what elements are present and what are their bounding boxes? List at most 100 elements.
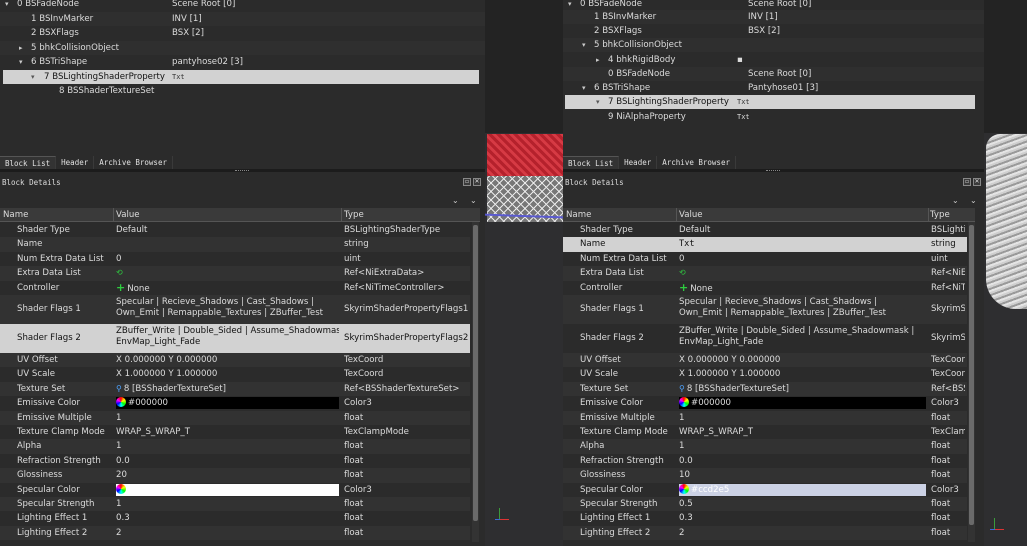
scrollbar-thumb[interactable] (473, 225, 478, 521)
table-row[interactable]: Texture Clamp Mode WRAP_S_WRAP_T TexClam (563, 425, 967, 439)
table-row[interactable]: Refraction Strength 0.0 float (563, 454, 967, 468)
header-name[interactable]: Name (3, 208, 28, 222)
table-row[interactable]: Specular Strength 0.5 float (563, 497, 967, 512)
row-value[interactable]: X 1.000000 Y 1.000000 (116, 367, 339, 381)
tree-row-selected[interactable]: ▾ 7 BSLightingShaderProperty Txt (3, 70, 479, 84)
table-row[interactable]: Num Extra Data List 0 uint (563, 252, 967, 266)
table-row[interactable]: Texture Set ⚲ 8 [BSShaderTextureSet] Ref<BS… (563, 381, 967, 397)
table-row[interactable]: Emissive Color #000000 Color3 (563, 396, 967, 410)
table-row[interactable]: Shader Flags 1 Specular | Recieve_Shadows… (563, 295, 967, 324)
expand-arrow-icon[interactable]: ▾ (19, 55, 23, 69)
row-value[interactable]: 1 (116, 497, 339, 511)
row-value[interactable]: X 0.000000 Y 0.000000 (116, 353, 339, 367)
expand-arrow-icon[interactable]: ▾ (582, 38, 586, 52)
table-row[interactable]: Specular Strength 1 float (0, 497, 470, 512)
render-viewport[interactable] (485, 0, 563, 546)
row-value[interactable]: X 0.000000 Y 0.000000 (679, 353, 926, 367)
tab-header[interactable]: Header (56, 156, 95, 169)
row-value[interactable]: Default (116, 223, 339, 237)
row-value[interactable]: WRAP_S_WRAP_T (679, 425, 926, 439)
tree-row[interactable]: 2 BSXFlags BSX [2] (563, 24, 984, 38)
row-value[interactable]: 10 (679, 468, 926, 482)
row-value[interactable]: 0.0 (116, 454, 339, 468)
row-value[interactable]: 2 (679, 526, 926, 540)
tree-row[interactable]: ▾ 6 BSTriShape Pantyhose01 [3] (563, 81, 984, 95)
row-value[interactable]: #000000 (116, 397, 339, 410)
table-row[interactable]: Controller + None Ref<NiTi (563, 281, 967, 295)
table-row[interactable]: Alpha 1 float (563, 439, 967, 454)
row-value[interactable]: 0.5 (679, 497, 926, 511)
tab-archive-browser[interactable]: Archive Browser (94, 156, 173, 169)
row-value[interactable] (116, 483, 339, 496)
row-value[interactable]: ZBuffer_Write | Double_Sided | Assume_Sh… (679, 326, 926, 348)
tab-archive-browser[interactable]: Archive Browser (657, 156, 736, 169)
chevron-down-icon[interactable]: ⌄ (970, 196, 977, 205)
expand-arrow-icon[interactable]: ▾ (31, 70, 35, 84)
expand-arrow-icon[interactable]: ▾ (582, 81, 586, 95)
refresh-icon[interactable]: ⟲ (116, 268, 123, 277)
render-viewport[interactable] (984, 0, 1027, 546)
table-row[interactable]: Controller + None Ref<NiTimeController> (0, 281, 470, 295)
row-value[interactable]: Specular | Recieve_Shadows | Cast_Shadow… (679, 297, 926, 319)
tree-row[interactable]: 1 BSInvMarker INV [1] (563, 10, 984, 24)
table-row[interactable]: Alpha 1 float (0, 439, 470, 454)
row-value[interactable]: Specular | Recieve_Shadows | Cast_Shadow… (116, 297, 339, 319)
row-value[interactable]: ⚲ 8 [BSShaderTextureSet] (116, 382, 339, 396)
table-row[interactable]: Texture Clamp Mode WRAP_S_WRAP_T TexClampM… (0, 425, 470, 439)
table-row[interactable]: Texture Set ⚲ 8 [BSShaderTextureSet] Ref<BS… (0, 381, 470, 397)
table-row[interactable]: Name string (0, 237, 470, 252)
chevron-down-icon[interactable]: ⌄ (952, 196, 959, 205)
table-row[interactable]: Glossiness 20 float (0, 468, 470, 483)
link-icon[interactable]: ⚲ (679, 384, 685, 393)
expand-arrow-icon[interactable]: ▾ (5, 0, 9, 11)
table-row[interactable]: Glossiness 10 float (563, 468, 967, 483)
table-row[interactable]: Extra Data List ⟲ Ref<NiExtraData> (0, 266, 470, 281)
table-row[interactable]: Specular Color Color3 (0, 483, 470, 497)
row-value[interactable]: Txt (679, 237, 926, 251)
splitter-grip-icon[interactable] (766, 170, 780, 173)
chevron-down-icon[interactable]: ⌄ (452, 196, 459, 205)
table-row[interactable]: Emissive Color #000000 Color3 (0, 396, 470, 410)
table-row[interactable]: Extra Data List ⟲ Ref<NiEx (563, 266, 967, 281)
row-value[interactable]: 1 (116, 411, 339, 425)
table-row[interactable]: Shader Type Default BSLightingShaderType (0, 223, 470, 237)
row-value[interactable]: 1 (116, 439, 339, 453)
table-row[interactable]: Emissive Multiple 1 float (563, 410, 967, 425)
float-icon[interactable]: ▫ (963, 178, 971, 186)
tree-row[interactable]: 2 BSXFlags BSX [2] (0, 26, 485, 40)
table-row[interactable]: Num Extra Data List 0 uint (0, 252, 470, 266)
row-value[interactable]: 0.3 (679, 511, 926, 525)
table-row[interactable]: Lighting Effect 2 2 float (563, 525, 967, 541)
close-icon[interactable]: ✕ (473, 178, 481, 186)
tree-row[interactable]: ▸ 5 bhkCollisionObject (0, 41, 485, 55)
tree-row[interactable]: ▾ 0 BSFadeNode Scene Root [0] (0, 0, 485, 11)
tab-block-list[interactable]: Block List (0, 156, 57, 169)
row-value[interactable]: #ccd2e5 (679, 483, 926, 496)
row-value[interactable]: 1 (679, 411, 926, 425)
row-value[interactable]: 20 (116, 468, 339, 482)
row-value[interactable]: 2 (116, 526, 339, 540)
tree-row[interactable]: 9 NiAlphaProperty Txt (563, 110, 984, 124)
row-value[interactable]: ⟲ (116, 266, 339, 280)
expand-arrow-icon[interactable]: ▸ (596, 53, 600, 67)
header-type[interactable]: Type (344, 208, 364, 222)
expand-arrow-icon[interactable]: ▾ (596, 95, 600, 109)
tree-row-selected[interactable]: ▾ 7 BSLightingShaderProperty Txt (565, 95, 975, 109)
color-wheel-icon[interactable] (116, 397, 126, 408)
row-value[interactable]: ZBuffer_Write | Double_Sided | Assume_Sh… (116, 326, 339, 348)
table-row[interactable]: Refraction Strength 0.0 float (0, 454, 470, 468)
scrollbar[interactable] (968, 222, 975, 542)
table-row[interactable]: Lighting Effect 1 0.3 float (563, 511, 967, 525)
tree-row[interactable]: ▾ 6 BSTriShape pantyhose02 [3] (0, 55, 485, 69)
color-wheel-icon[interactable] (116, 483, 126, 494)
link-icon[interactable]: ⚲ (116, 384, 122, 393)
add-icon[interactable]: + (679, 281, 688, 294)
table-row[interactable]: Shader Flags 2 ZBuffer_Write | Double_Sid… (563, 324, 967, 353)
header-value[interactable]: Value (679, 208, 703, 222)
row-value[interactable]: 0 (116, 252, 339, 266)
table-row[interactable]: UV Scale X 1.000000 Y 1.000000 TexCoord (0, 367, 470, 381)
tab-header[interactable]: Header (619, 156, 658, 169)
row-value[interactable]: + None (116, 281, 339, 295)
header-type[interactable]: Type (930, 208, 950, 222)
splitter-grip-icon[interactable] (235, 170, 249, 173)
